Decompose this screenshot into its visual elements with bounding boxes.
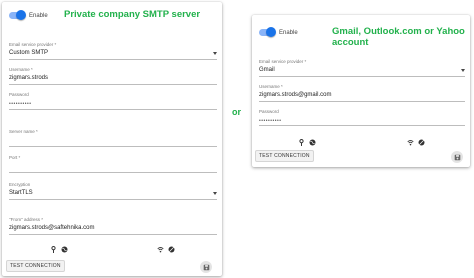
password-field[interactable]: Password ••••••••••	[9, 92, 217, 110]
from-address-field[interactable]: "From" address * zigmars.strods@saftehni…	[9, 217, 217, 235]
field-value: Gmail	[259, 67, 275, 73]
chevron-down-icon	[213, 52, 217, 55]
password-dots: ••••••••••	[259, 118, 282, 124]
password-dots: ••••••••••	[9, 101, 32, 107]
save-button[interactable]	[451, 151, 463, 163]
auth-icons	[298, 139, 316, 146]
or-separator: or	[232, 107, 241, 117]
smtp-settings-card-webmail: Enable Gmail, Outlook.com or Yahoo accou…	[252, 15, 470, 167]
wifi-icon	[157, 246, 164, 253]
encryption-select[interactable]: Encryption StartTLS	[9, 182, 217, 200]
key-icon	[51, 246, 56, 253]
field-label: Password	[259, 109, 279, 114]
field-label: Encryption	[9, 182, 31, 187]
server-name-field[interactable]: Server name *	[9, 129, 217, 147]
save-icon	[203, 264, 209, 270]
field-value: zigmars.strods@gmail.com	[259, 92, 332, 98]
test-connection-button[interactable]: TEST CONNECTION	[6, 260, 65, 272]
panel-heading: Private company SMTP server	[64, 9, 201, 20]
chevron-down-icon	[213, 192, 217, 195]
username-field[interactable]: Username * zigmars.strods@gmail.com	[259, 84, 465, 102]
globe-off-icon	[418, 139, 425, 146]
auth-icons	[50, 246, 68, 253]
test-connection-button[interactable]: TEST CONNECTION	[255, 150, 314, 162]
email-provider-select[interactable]: Email service provider * Custom SMTP	[9, 42, 217, 60]
password-field[interactable]: Password ••••••••••	[259, 109, 465, 126]
save-button[interactable]	[200, 261, 212, 273]
toggle-switch[interactable]	[9, 10, 26, 20]
field-value: zigmars.strods	[9, 75, 49, 81]
enable-label: Enable	[29, 12, 48, 19]
connection-icons	[407, 139, 425, 146]
globe-off-icon	[168, 246, 175, 253]
field-label: "From" address *	[9, 217, 43, 222]
toggle-switch[interactable]	[259, 27, 276, 37]
wifi-icon	[407, 139, 414, 146]
field-value: zigmars.strods@saftehnika.com	[9, 225, 95, 231]
connection-icons	[157, 246, 175, 253]
panel-heading: Gmail, Outlook.com or Yahoo account	[332, 26, 465, 48]
enable-toggle[interactable]: Enable	[9, 10, 48, 20]
heading-line-2: account	[332, 37, 369, 48]
field-label: Server name *	[9, 129, 38, 134]
field-value: StartTLS	[9, 190, 33, 196]
email-provider-select[interactable]: Email service provider * Gmail	[259, 59, 465, 77]
globe-icon	[61, 246, 68, 253]
field-label: Port *	[9, 155, 21, 160]
chevron-down-icon	[461, 69, 465, 72]
field-label: Username *	[9, 67, 33, 72]
port-field[interactable]: Port *	[9, 155, 217, 173]
field-value: Custom SMTP	[9, 50, 49, 56]
field-label: Email service provider *	[9, 42, 57, 47]
save-icon	[454, 154, 460, 160]
key-icon	[299, 139, 304, 146]
enable-toggle[interactable]: Enable	[259, 27, 298, 37]
field-label: Password	[9, 92, 29, 97]
field-label: Email service provider *	[259, 59, 307, 64]
username-field[interactable]: Username * zigmars.strods	[9, 67, 217, 85]
field-label: Username *	[259, 84, 283, 89]
globe-icon	[309, 139, 316, 146]
heading-line-1: Gmail, Outlook.com or Yahoo	[332, 26, 465, 37]
smtp-settings-card-custom: Enable Private company SMTP server Email…	[2, 2, 222, 276]
enable-label: Enable	[279, 29, 298, 36]
